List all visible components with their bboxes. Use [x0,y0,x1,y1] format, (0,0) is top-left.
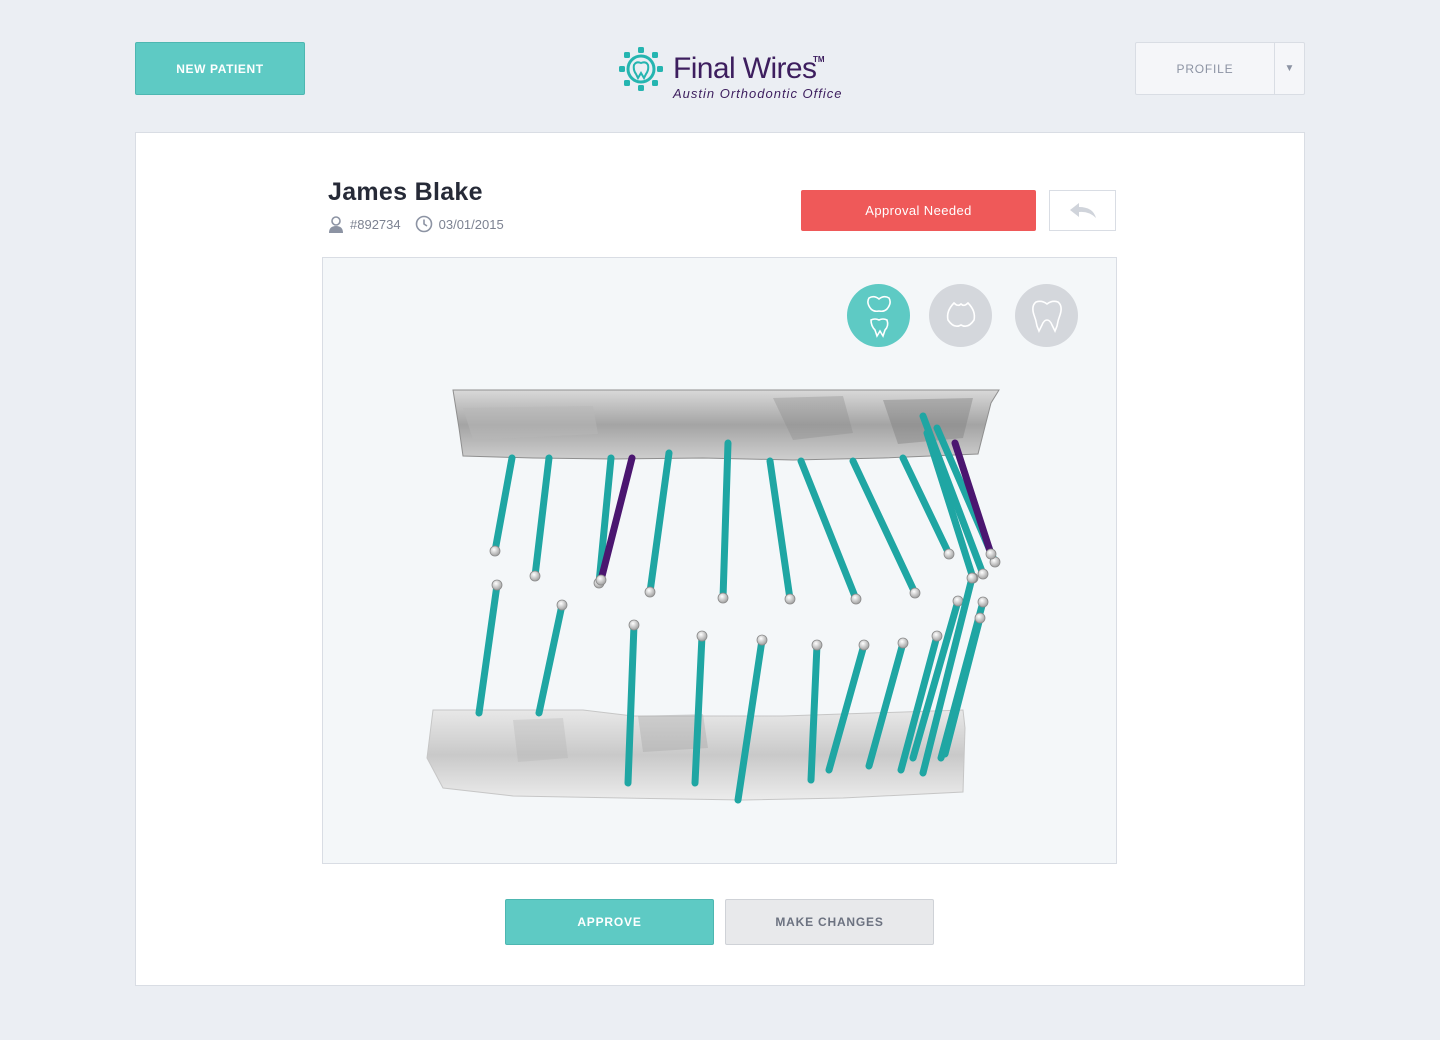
wire-endpoint[interactable] [943,548,955,560]
approve-button[interactable]: APPROVE [505,899,714,945]
wire-endpoint[interactable] [931,630,943,642]
patient-id: #892734 [328,215,401,233]
3d-viewer[interactable] [322,257,1117,864]
patient-name: James Blake [328,178,483,206]
wire-endpoint[interactable] [644,586,656,598]
profile-label[interactable]: PROFILE [1136,43,1275,94]
upper-wire[interactable] [491,454,516,555]
patient-date: 03/01/2015 [415,215,504,233]
status-badge: Approval Needed [801,190,1036,231]
wire-endpoint[interactable] [556,599,568,611]
brand-name: Final Wires [673,52,817,85]
wire-endpoint[interactable] [756,634,768,646]
user-icon [329,216,343,233]
lower-wire[interactable] [475,581,501,717]
wire-endpoint[interactable] [595,574,607,586]
wire-endpoint[interactable] [529,570,541,582]
upper-wire[interactable] [719,439,732,602]
wire-endpoint[interactable] [489,545,501,557]
wire-endpoint[interactable] [909,587,921,599]
upper-wire[interactable] [646,449,673,596]
wire-endpoint[interactable] [985,548,997,560]
wire-endpoint[interactable] [966,572,978,584]
wire-endpoint[interactable] [952,595,964,607]
patient-date-text: 03/01/2015 [438,216,504,232]
wire-endpoint[interactable] [977,596,989,608]
upper-wire[interactable] [766,457,794,603]
dental-scan-model[interactable] [323,258,1117,864]
wire-endpoint[interactable] [897,637,909,649]
clock-icon [415,215,432,233]
wire-endpoint[interactable] [811,639,823,651]
brand-trademark: TM [813,55,825,64]
wire-endpoint[interactable] [628,619,640,631]
lower-wire[interactable] [535,601,566,717]
profile-dropdown[interactable]: PROFILE ▼ [1135,42,1305,95]
make-changes-button[interactable]: MAKE CHANGES [725,899,934,945]
reply-arrow-icon [1069,202,1096,218]
wire-endpoint[interactable] [717,592,729,604]
upper-wire[interactable] [797,457,860,603]
wire-endpoint[interactable] [696,630,708,642]
wire-endpoint[interactable] [491,579,503,591]
patient-meta: #892734 03/01/2015 [328,215,518,233]
upper-wire[interactable] [531,454,553,580]
patient-card: James Blake #892734 03/01/2015 Approval … [135,132,1305,986]
patient-id-text: #892734 [350,216,401,232]
wire-endpoint[interactable] [977,568,989,580]
wire-endpoint[interactable] [974,612,986,624]
brand: Final Wires TM Austin Orthodontic Office [616,44,856,104]
back-button[interactable] [1049,190,1116,231]
upper-wire[interactable] [849,457,919,597]
office-name: Austin Orthodontic Office [673,86,843,101]
new-patient-button[interactable]: NEW PATIENT [135,42,305,95]
wire-endpoint[interactable] [850,593,862,605]
chevron-down-icon[interactable]: ▼ [1275,43,1304,94]
wire-endpoint[interactable] [858,639,870,651]
wire-endpoint[interactable] [784,593,796,605]
final-wires-logo-icon [619,47,663,91]
